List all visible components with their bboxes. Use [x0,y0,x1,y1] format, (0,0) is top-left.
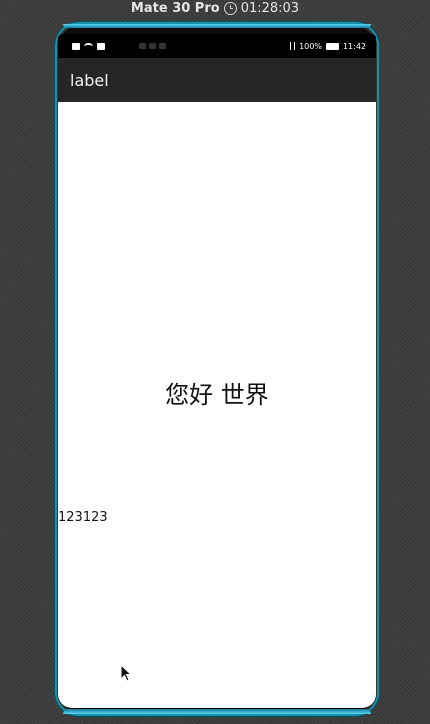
bluetooth-icon [290,42,296,50]
bottom-label: 123123 [58,510,108,525]
phone-bottom-edge [63,709,371,714]
notification-icon [97,42,105,50]
action-bar-title: label [70,70,109,90]
sim-icon [72,42,80,50]
battery-icon [325,42,339,50]
device-name: Mate 30 Pro [130,0,220,16]
dim-status-icons [139,43,166,49]
status-clock: 11:42 [342,41,366,51]
status-bar: 100% 11:42 [58,34,376,58]
center-label: 您好 世界 [165,381,269,409]
status-left [72,42,166,50]
content-area: 您好 世界 123123 [58,102,376,708]
emulator-title-bar: Mate 30 Pro 01:28:03 [0,0,430,16]
status-right: 100% 11:42 [290,42,366,51]
wifi-icon [84,42,93,50]
action-bar: label [58,58,376,102]
battery-percent: 100% [299,41,322,51]
clock-icon [223,1,237,15]
phone-screen: 100% 11:42 label 您好 世界 123123 [58,34,376,708]
phone-top-edge [63,24,371,28]
elapsed-time: 01:28:03 [240,0,300,16]
mouse-cursor-icon [120,664,132,682]
phone-frame: 100% 11:42 label 您好 世界 123123 [57,24,377,714]
